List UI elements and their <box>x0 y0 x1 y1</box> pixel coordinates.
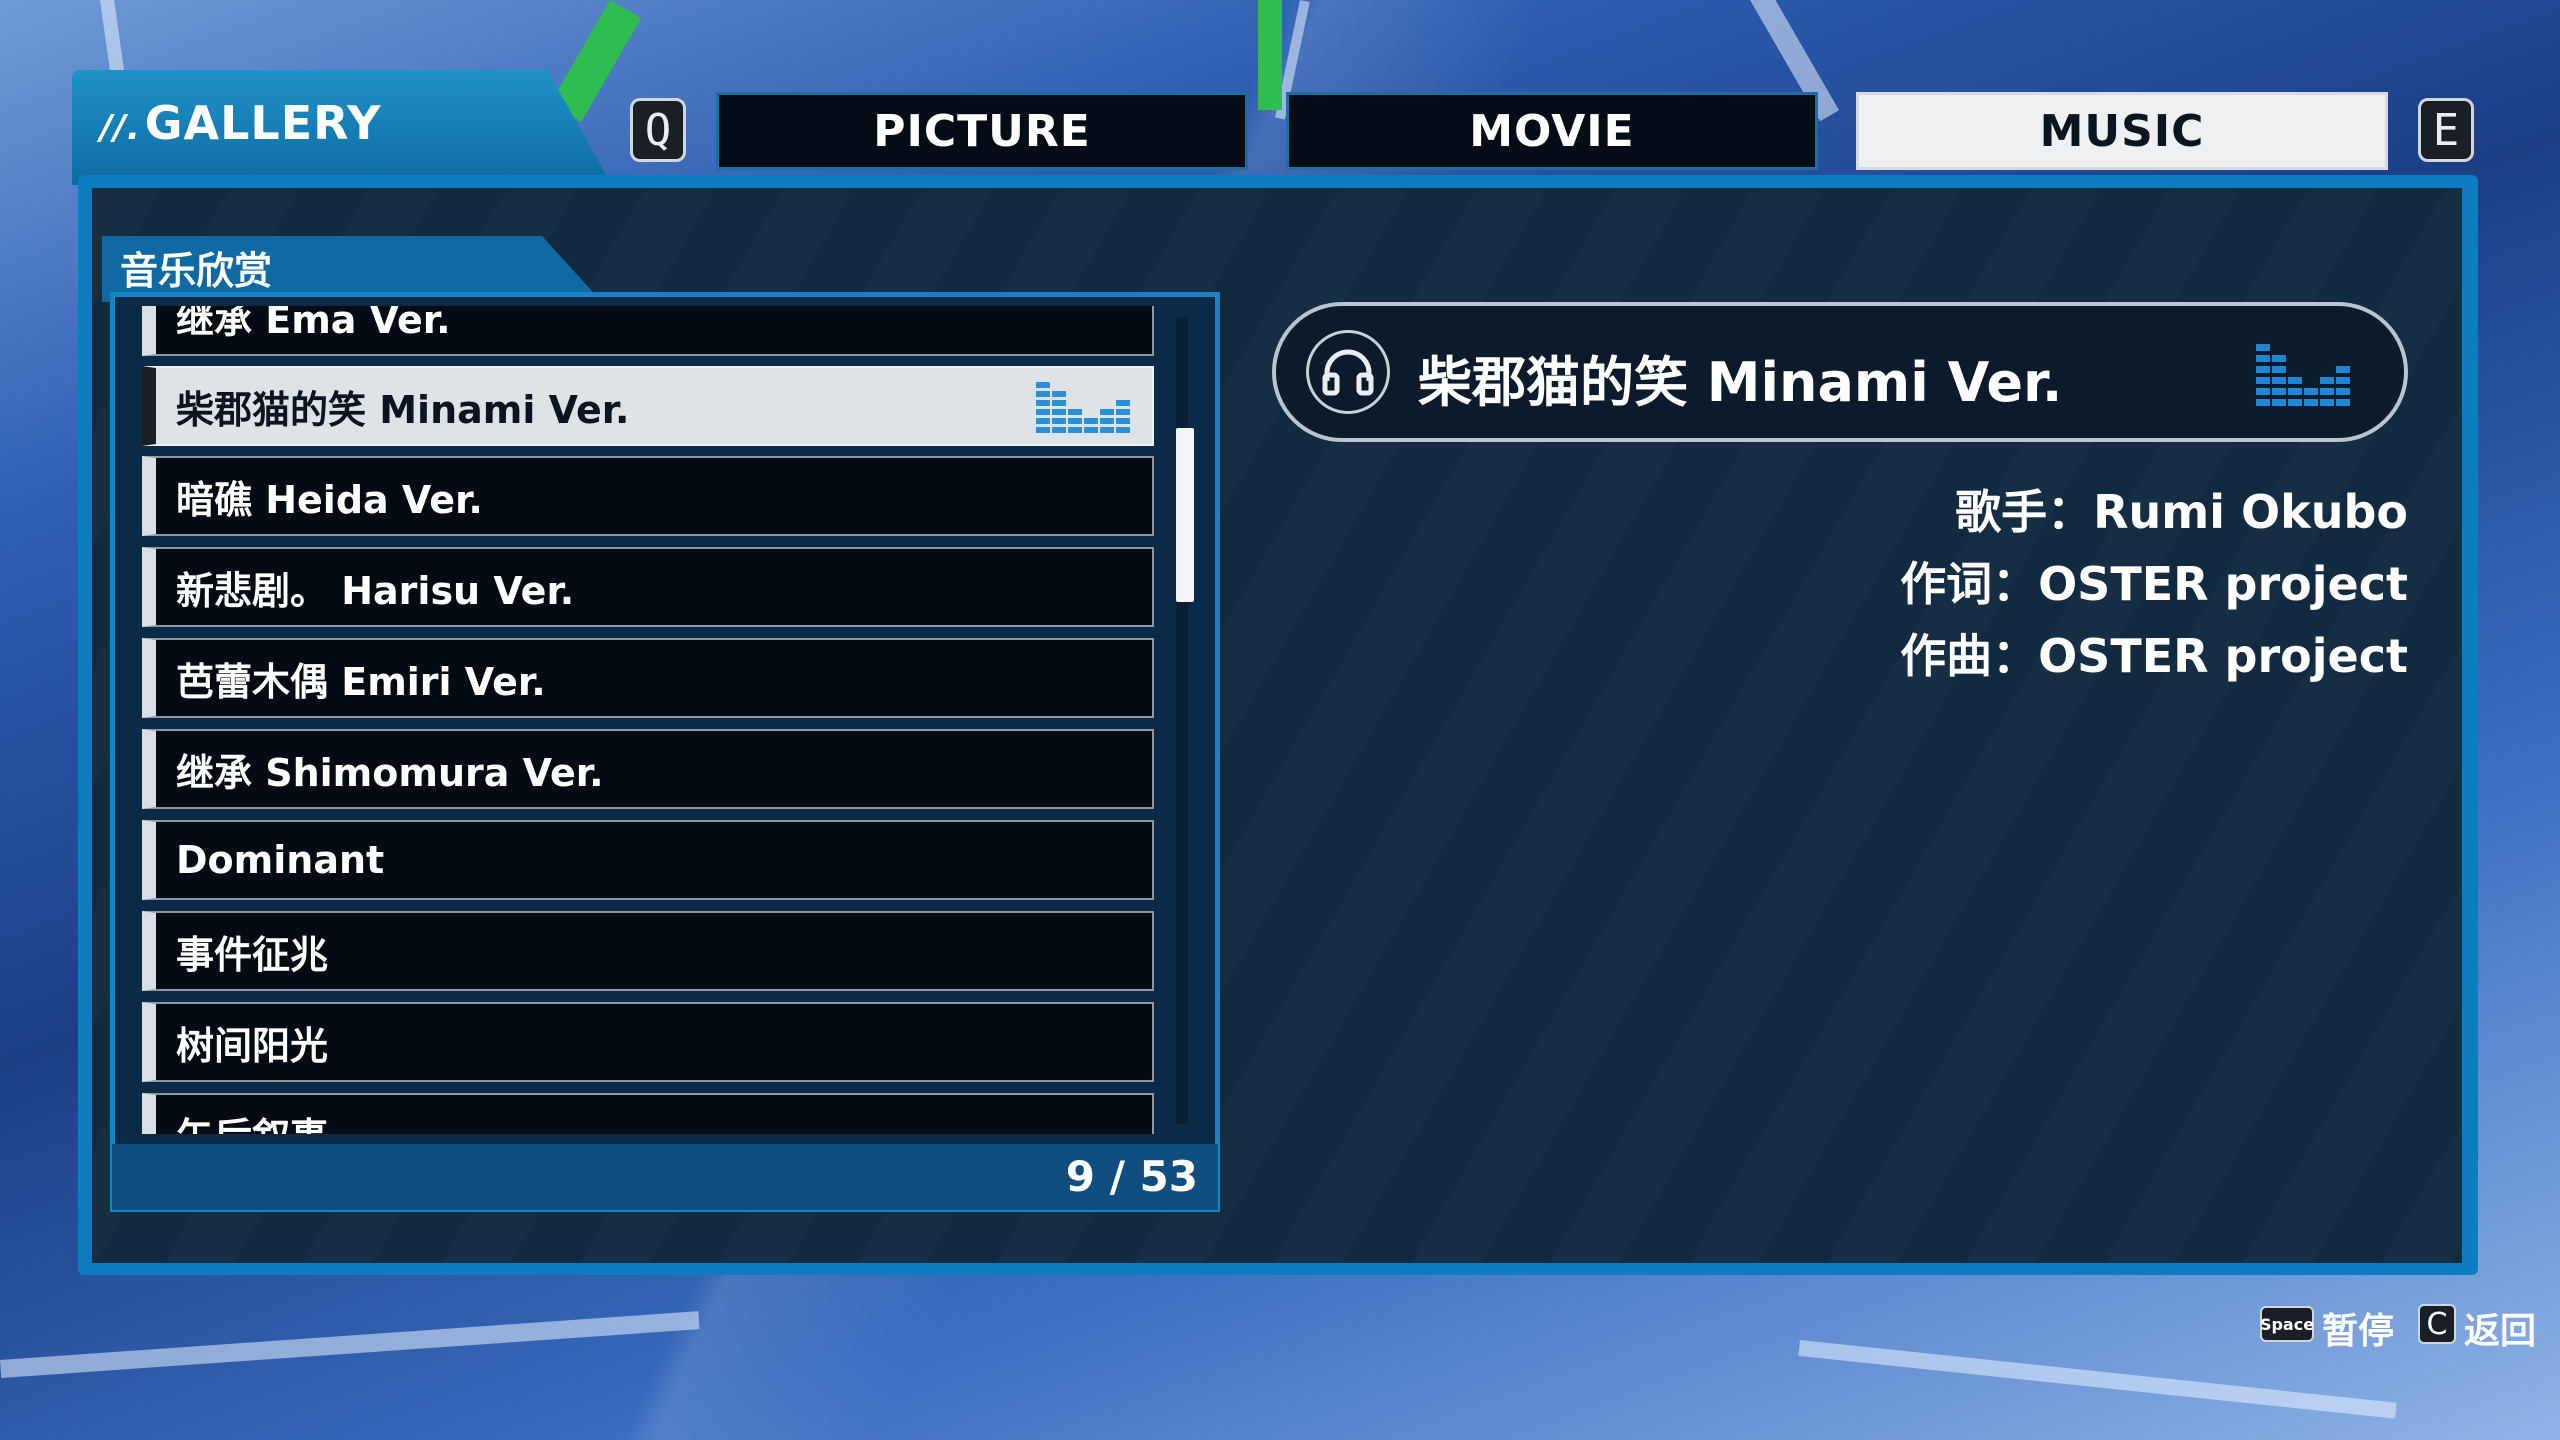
headphones-icon <box>1306 330 1390 414</box>
credit-singer: 歌手：Rumi Okubo <box>1955 485 2408 539</box>
list-section-title: 音乐欣赏 <box>120 249 273 293</box>
track-item[interactable]: 暗礁 Heida Ver. <box>142 456 1154 536</box>
credit-composer: 作曲：OSTER project <box>1900 629 2408 683</box>
tab-picture[interactable]: PICTURE <box>716 92 1248 170</box>
tab-music-label: MUSIC <box>2039 105 2205 157</box>
track-title: 继承 Ema Ver. <box>176 306 451 342</box>
track-item[interactable]: 芭蕾木偶 Emiri Ver. <box>142 638 1154 718</box>
c-key-hint[interactable]: C <box>2418 1304 2456 1344</box>
track-counter: 9 / 53 <box>1065 1152 1198 1201</box>
track-title: 新悲剧。 Harisu Ver. <box>176 568 575 613</box>
gallery-prefix: //. <box>100 108 141 148</box>
track-title: 柴郡猫的笑 Minami Ver. <box>176 387 630 432</box>
key-q-hint[interactable]: Q <box>630 98 686 162</box>
track-item-selected[interactable]: 柴郡猫的笑 Minami Ver. <box>142 366 1154 446</box>
back-label: 返回 <box>2464 1311 2537 1352</box>
track-title: 暗礁 Heida Ver. <box>176 477 483 522</box>
track-item[interactable]: 树间阳光 <box>142 1002 1154 1082</box>
gallery-title: //.GALLERY <box>100 96 381 150</box>
equalizer-icon <box>2256 344 2350 406</box>
now-playing-title: 柴郡猫的笑 Minami Ver. <box>1418 351 2063 414</box>
gallery-title-text: GALLERY <box>144 96 382 150</box>
tab-picture-label: PICTURE <box>873 105 1091 157</box>
track-title: 事件征兆 <box>176 932 329 977</box>
track-list[interactable]: 继承 Ema Ver. 柴郡猫的笑 Minami Ver. 暗礁 Heida V… <box>142 306 1158 1134</box>
track-title: 午后叙事 <box>176 1106 328 1135</box>
track-title: 芭蕾木偶 Emiri Ver. <box>176 659 546 704</box>
track-item[interactable]: 事件征兆 <box>142 911 1154 991</box>
scrollbar-thumb[interactable] <box>1176 428 1194 602</box>
space-key-hint[interactable]: Space <box>2260 1306 2314 1342</box>
tab-movie[interactable]: MOVIE <box>1286 92 1818 170</box>
key-e-hint[interactable]: E <box>2418 98 2474 162</box>
track-item[interactable]: 继承 Ema Ver. <box>142 306 1154 356</box>
track-title: 树间阳光 <box>176 1023 329 1068</box>
list-footer <box>112 1144 1218 1210</box>
track-item[interactable]: Dominant <box>142 820 1154 900</box>
background-beam <box>1798 1340 2397 1419</box>
track-item[interactable]: 午后叙事 <box>142 1093 1154 1134</box>
track-item[interactable]: 新悲剧。 Harisu Ver. <box>142 547 1154 627</box>
pause-label: 暂停 <box>2322 1311 2395 1352</box>
background-green-rail <box>1258 0 1282 110</box>
track-item[interactable]: 继承 Shimomura Ver. <box>142 729 1154 809</box>
equalizer-icon <box>1036 382 1130 433</box>
tab-movie-label: MOVIE <box>1469 105 1635 157</box>
track-title: Dominant <box>176 838 385 882</box>
tab-music[interactable]: MUSIC <box>1856 92 2388 170</box>
credit-lyricist: 作词：OSTER project <box>1900 557 2408 611</box>
track-title: 继承 Shimomura Ver. <box>176 750 604 795</box>
background-beam <box>0 1311 700 1378</box>
